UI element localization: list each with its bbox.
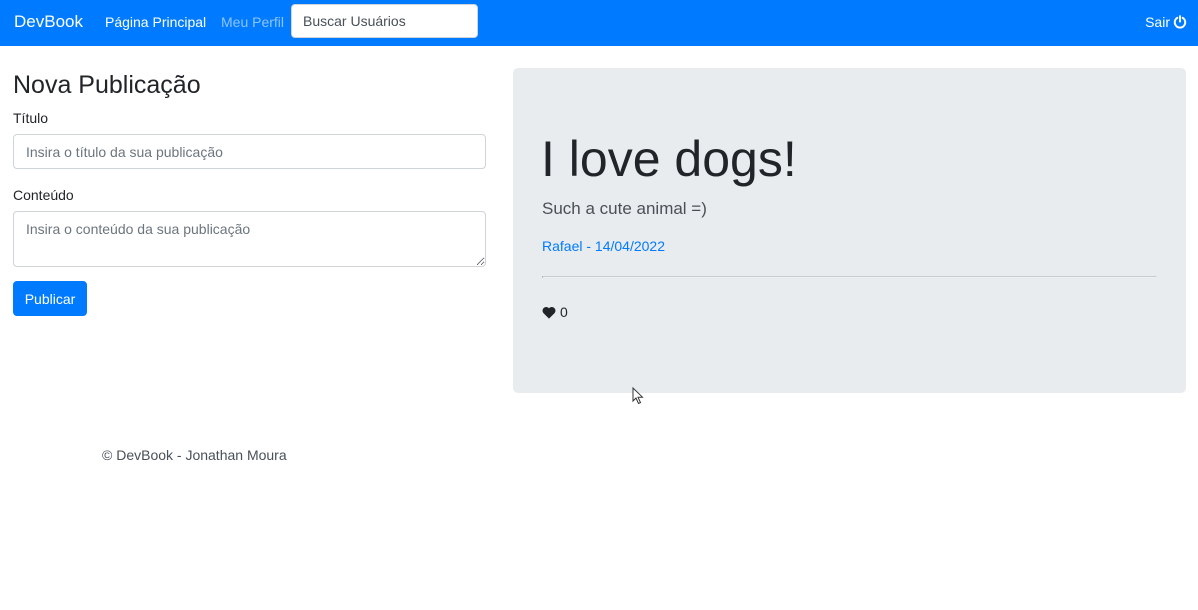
page-footer: © DevBook - Jonathan Moura	[102, 447, 287, 463]
post-content: Such a cute animal =)	[542, 199, 707, 218]
search-users-input[interactable]	[291, 4, 478, 38]
logout-link[interactable]: Sair	[1145, 13, 1187, 31]
like-counter: 0	[542, 303, 568, 321]
logout-label: Sair	[1145, 14, 1170, 30]
nav-link-profile[interactable]: Meu Perfil	[221, 13, 284, 31]
top-navbar: DevBook Página Principal Meu Perfil Sair	[0, 0, 1198, 46]
mouse-cursor-icon	[632, 386, 644, 405]
heart-icon[interactable]	[542, 306, 556, 319]
publication-card: I love dogs! Such a cute animal =) Rafae…	[513, 68, 1186, 393]
like-count: 0	[560, 304, 568, 320]
publish-button[interactable]: Publicar	[13, 281, 87, 316]
title-field-label: Título	[13, 110, 49, 126]
content-field-label: Conteúdo	[13, 187, 74, 203]
post-title-input[interactable]	[13, 134, 486, 169]
brand-logo[interactable]: DevBook	[14, 11, 83, 33]
post-author-link[interactable]: Rafael - 14/04/2022	[542, 237, 665, 255]
new-post-heading: Nova Publicação	[13, 71, 201, 99]
nav-link-home[interactable]: Página Principal	[105, 13, 206, 31]
power-icon	[1173, 15, 1187, 29]
post-content-textarea[interactable]	[13, 211, 486, 267]
card-divider	[542, 276, 1157, 278]
post-title: I love dogs!	[541, 131, 797, 187]
